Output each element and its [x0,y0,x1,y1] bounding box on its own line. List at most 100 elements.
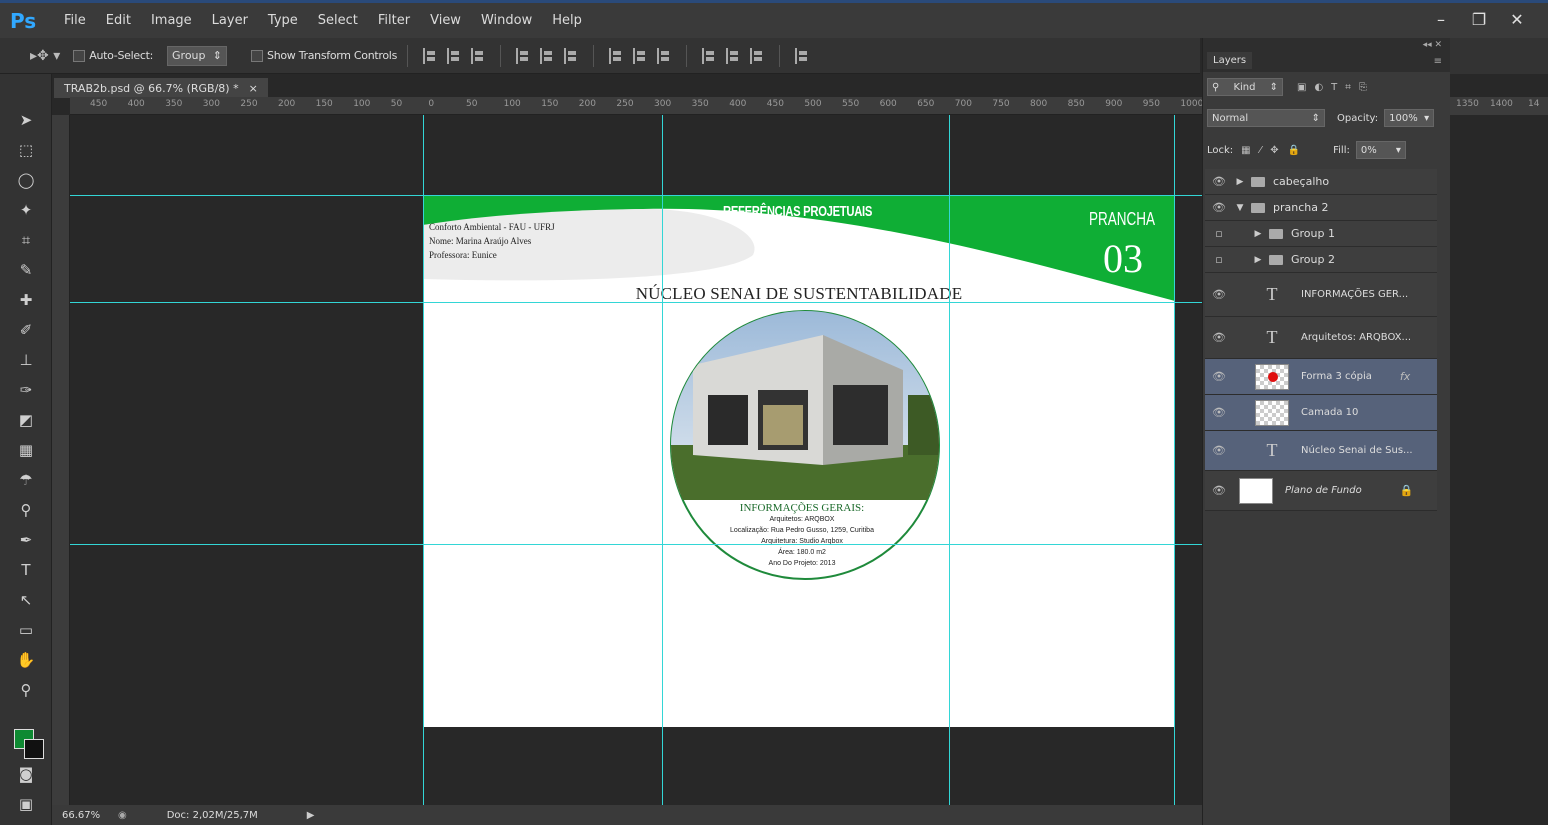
tab-layers[interactable]: Layers [1207,52,1253,69]
pen-tool-icon[interactable]: ✒ [14,528,38,552]
menu-image[interactable]: Image [141,13,202,28]
healing-brush-icon[interactable]: ✚ [14,288,38,312]
menu-file[interactable]: File [54,13,96,28]
guide-vertical[interactable] [949,115,950,805]
menu-view[interactable]: View [420,13,471,28]
visibility-eye-icon[interactable]: 👁 [1205,484,1233,497]
visibility-eye-icon[interactable]: 👁 [1205,331,1233,344]
distribute-left-icon[interactable] [702,47,716,64]
fill-field[interactable]: 0% ▾ [1355,141,1406,159]
restore-button[interactable]: ❐ [1466,9,1492,29]
auto-align-icon[interactable] [795,47,809,64]
guide-horizontal[interactable] [70,544,1202,545]
distribute-hcenter-icon[interactable] [726,47,740,64]
background-color-swatch[interactable] [24,739,44,759]
menu-type[interactable]: Type [258,13,308,28]
menu-layer[interactable]: Layer [202,13,258,28]
menu-window[interactable]: Window [471,13,542,28]
visibility-eye-icon[interactable]: 👁 [1205,175,1233,188]
visibility-eye-icon[interactable]: 👁 [1205,201,1233,214]
visibility-eye-icon[interactable]: 👁 [1205,444,1233,457]
eyedropper-icon[interactable]: ✎ [14,258,38,282]
panel-menu-icon[interactable]: ≡ [1434,56,1442,67]
layer-row[interactable]: 👁 T Arquitetos: ARQBOX... [1205,317,1437,359]
kind-filter[interactable]: ⚲ Kind ⇕ [1207,78,1283,96]
tab-close-icon[interactable]: × [249,82,258,95]
layer-row[interactable]: 👁 Camada 10 [1205,395,1437,431]
brush-tool-icon[interactable]: ✐ [14,318,38,342]
expand-arrow-icon[interactable]: ▶ [1233,177,1247,187]
visibility-eye-icon[interactable]: 👁 [1205,288,1233,301]
eraser-tool-icon[interactable]: ◩ [14,408,38,432]
menu-filter[interactable]: Filter [368,13,420,28]
visibility-eye-icon[interactable]: 👁 [1205,370,1233,383]
move-tool-icon[interactable]: ➤ [14,108,38,132]
path-selection-icon[interactable]: ↖ [14,588,38,612]
lasso-tool-icon[interactable]: ◯ [14,168,38,192]
align-hcenter-icon[interactable] [540,47,554,64]
layer-row[interactable]: 👁 Plano de Fundo 🔒 [1205,471,1437,511]
panel-collapse-icon[interactable]: ◂◂ ✕ [1423,40,1442,50]
menu-edit[interactable]: Edit [96,13,141,28]
align-right-icon[interactable] [564,47,578,64]
blur-tool-icon[interactable]: ☂ [14,468,38,492]
quick-mask-icon[interactable]: ◙ [14,762,38,786]
lock-option-icons[interactable]: ▦⁄✥🔒 [1241,145,1309,156]
expand-arrow-icon[interactable]: ▶ [1251,229,1265,239]
layer-row[interactable]: 👁 ▶ cabeçalho [1205,169,1437,195]
menu-help[interactable]: Help [542,13,592,28]
dodge-tool-icon[interactable]: ⚲ [14,498,38,522]
guide-vertical[interactable] [662,115,663,805]
menu-select[interactable]: Select [308,13,368,28]
guide-horizontal[interactable] [70,195,1202,196]
blend-mode-dropdown[interactable]: Normal ⇕ [1207,109,1325,127]
document-tab[interactable]: TRAB2b.psd @ 66.7% (RGB/8) * × [54,78,268,98]
collapse-arrow-icon[interactable]: ▼ [1233,203,1247,213]
guide-vertical[interactable] [1174,115,1175,805]
visibility-eye-icon[interactable]: 👁 [1205,406,1233,419]
canvas-area[interactable]: REFERÊNCIAS PROJETUAIS PRANCHA 03 Confor… [70,115,1202,805]
magic-wand-icon[interactable]: ✦ [14,198,38,222]
show-transform-checkbox[interactable] [251,49,264,62]
opacity-field[interactable]: 100% ▾ [1384,109,1435,127]
type-tool-icon[interactable]: T [14,558,38,582]
auto-select-dropdown[interactable]: Group ⇕ [167,45,228,66]
close-button[interactable]: ✕ [1504,9,1530,29]
layer-row[interactable]: ▫ ▶ Group 2 [1205,247,1437,273]
distribute-bottom-icon[interactable] [657,47,671,64]
layer-row[interactable]: ▫ ▶ Group 1 [1205,221,1437,247]
layer-row[interactable]: 👁 T Núcleo Senai de Sus... [1205,431,1437,471]
filter-type-icons[interactable]: ▣◐T⌗⎘ [1297,82,1375,93]
layer-row[interactable]: 👁 T INFORMAÇÕES GER... [1205,273,1437,317]
align-vcenter-icon[interactable] [447,47,461,64]
document-page[interactable]: REFERÊNCIAS PROJETUAIS PRANCHA 03 Confor… [423,195,1175,727]
layer-row[interactable]: 👁 Forma 3 cópia fx [1205,359,1437,395]
marquee-tool-icon[interactable]: ⬚ [14,138,38,162]
distribute-vcenter-icon[interactable] [633,47,647,64]
zoom-tool-icon[interactable]: ⚲ [14,678,38,702]
clone-stamp-icon[interactable]: ⊥ [14,348,38,372]
align-top-icon[interactable] [423,47,437,64]
distribute-top-icon[interactable] [609,47,623,64]
move-tool-icon[interactable]: ▸✥ ▾ [30,48,60,64]
layer-effects-badge[interactable]: fx [1400,370,1410,383]
align-bottom-icon[interactable] [471,47,485,64]
visibility-empty-box[interactable]: ▫ [1205,253,1233,266]
history-brush-icon[interactable]: ✑ [14,378,38,402]
shape-tool-icon[interactable]: ▭ [14,618,38,642]
guide-vertical[interactable] [423,115,424,805]
visibility-empty-box[interactable]: ▫ [1205,227,1233,240]
auto-select-checkbox[interactable] [73,49,86,62]
expand-arrow-icon[interactable]: ▶ [1251,255,1265,265]
hand-tool-icon[interactable]: ✋ [14,648,38,672]
minimize-button[interactable]: – [1428,9,1454,29]
layer-row[interactable]: 👁 ▼ prancha 2 [1205,195,1437,221]
align-left-icon[interactable] [516,47,530,64]
screen-mode-icon[interactable]: ▣ [14,792,38,816]
gradient-tool-icon[interactable]: ▦ [14,438,38,462]
guide-horizontal[interactable] [70,302,1202,303]
zoom-level[interactable]: 66.67% [62,810,112,821]
distribute-right-icon[interactable] [750,47,764,64]
crop-tool-icon[interactable]: ⌗ [14,228,38,252]
status-menu-arrow-icon[interactable]: ▶ [307,810,315,821]
